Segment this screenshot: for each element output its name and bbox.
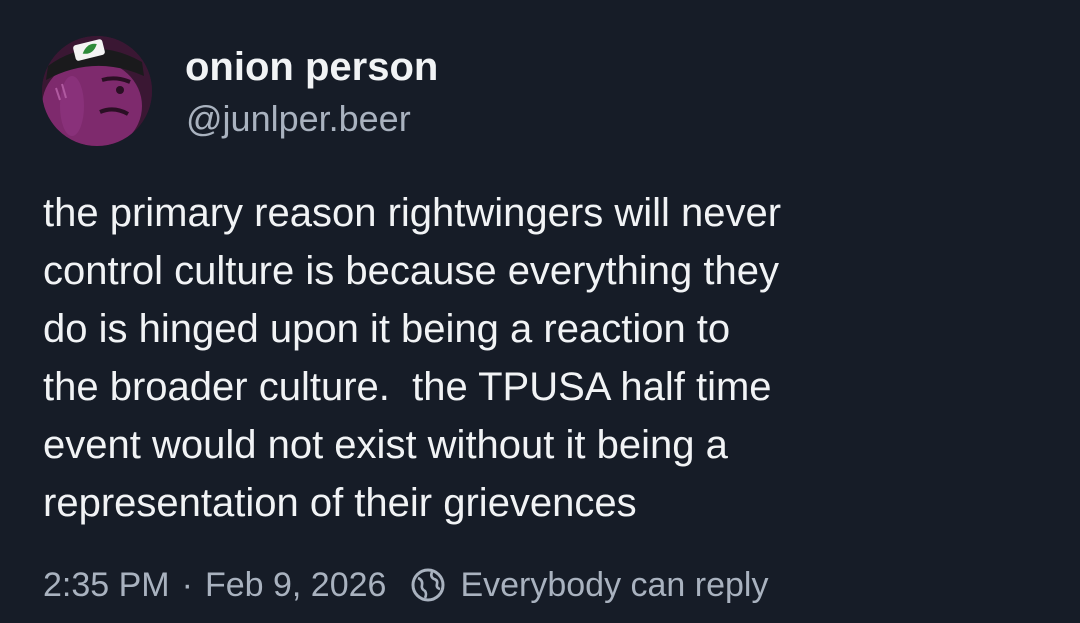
reply-setting-button[interactable]: Everybody can reply	[410, 561, 768, 609]
post-line: control culture is because everything th…	[43, 249, 779, 293]
post-date[interactable]: Feb 9, 2026	[205, 561, 386, 609]
post-line: event would not exist without it being a	[43, 423, 728, 467]
post-meta: 2:35 PM · Feb 9, 2026 Everybody can repl…	[43, 561, 768, 609]
globe-icon	[410, 567, 446, 603]
author-display-name[interactable]: onion person	[185, 43, 438, 91]
avatar[interactable]	[42, 36, 152, 146]
post-line: do is hinged upon it being a reaction to	[43, 307, 731, 351]
post-card: onion person @junlper.beer the primary r…	[0, 0, 1080, 623]
author-handle[interactable]: @junlper.beer	[186, 97, 411, 141]
onion-avatar-icon	[42, 36, 152, 146]
reply-setting-label: Everybody can reply	[460, 566, 769, 604]
post-line: the broader culture. the TPUSA half time	[43, 365, 772, 409]
meta-separator: ·	[181, 566, 193, 604]
post-body: the primary reason rightwingers will nev…	[43, 184, 1043, 532]
post-line: the primary reason rightwingers will nev…	[43, 191, 782, 235]
post-line: representation of their grievences	[43, 481, 637, 525]
post-time[interactable]: 2:35 PM	[43, 561, 170, 609]
